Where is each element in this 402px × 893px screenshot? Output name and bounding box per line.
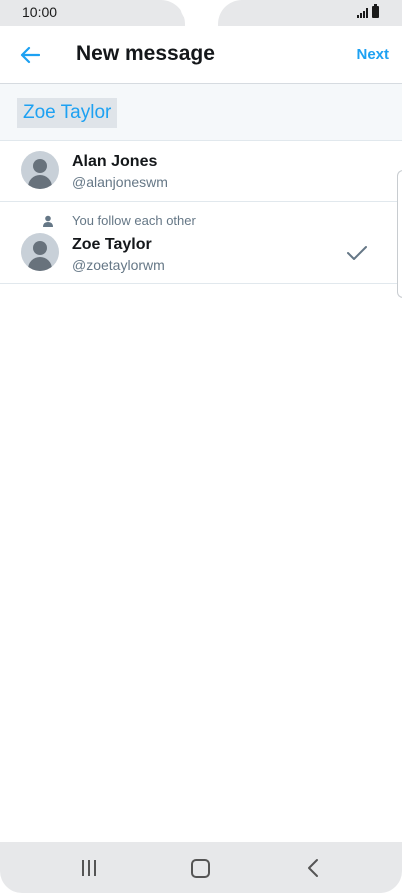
page-title: New message — [76, 42, 215, 65]
battery-icon — [372, 4, 379, 18]
back-button[interactable] — [14, 40, 46, 70]
next-button[interactable]: Next — [356, 46, 389, 63]
status-time: 10:00 — [22, 4, 58, 20]
system-nav-bar — [0, 842, 402, 893]
signal-icon — [357, 8, 368, 18]
avatar — [21, 233, 59, 271]
contact-name: Alan Jones — [72, 153, 158, 170]
avatar — [21, 151, 59, 189]
camera-notch — [180, 0, 222, 26]
recipient-chip[interactable]: Zoe Taylor — [17, 98, 118, 128]
contact-row-alan-jones[interactable]: Alan Jones @alanjoneswm — [0, 141, 402, 202]
person-icon — [43, 215, 53, 227]
contact-row-zoe-taylor[interactable]: You follow each other Zoe Taylor @zoetay… — [0, 202, 402, 284]
status-bar: 10:00 — [0, 0, 402, 26]
checkmark-icon — [347, 246, 367, 260]
scroll-indicator[interactable] — [397, 170, 402, 298]
mutual-follow-text: You follow each other — [72, 213, 196, 228]
contact-handle: @alanjoneswm — [72, 174, 168, 190]
contact-handle: @zoetaylorwm — [72, 257, 165, 273]
recents-icon[interactable] — [80, 860, 98, 876]
home-icon[interactable] — [191, 859, 210, 878]
arrow-left-icon — [20, 46, 40, 64]
recipient-search-field[interactable]: Zoe Taylor — [0, 84, 402, 141]
app-header: New message Next — [0, 26, 402, 84]
contact-name: Zoe Taylor — [72, 236, 152, 253]
back-icon[interactable] — [306, 858, 320, 878]
